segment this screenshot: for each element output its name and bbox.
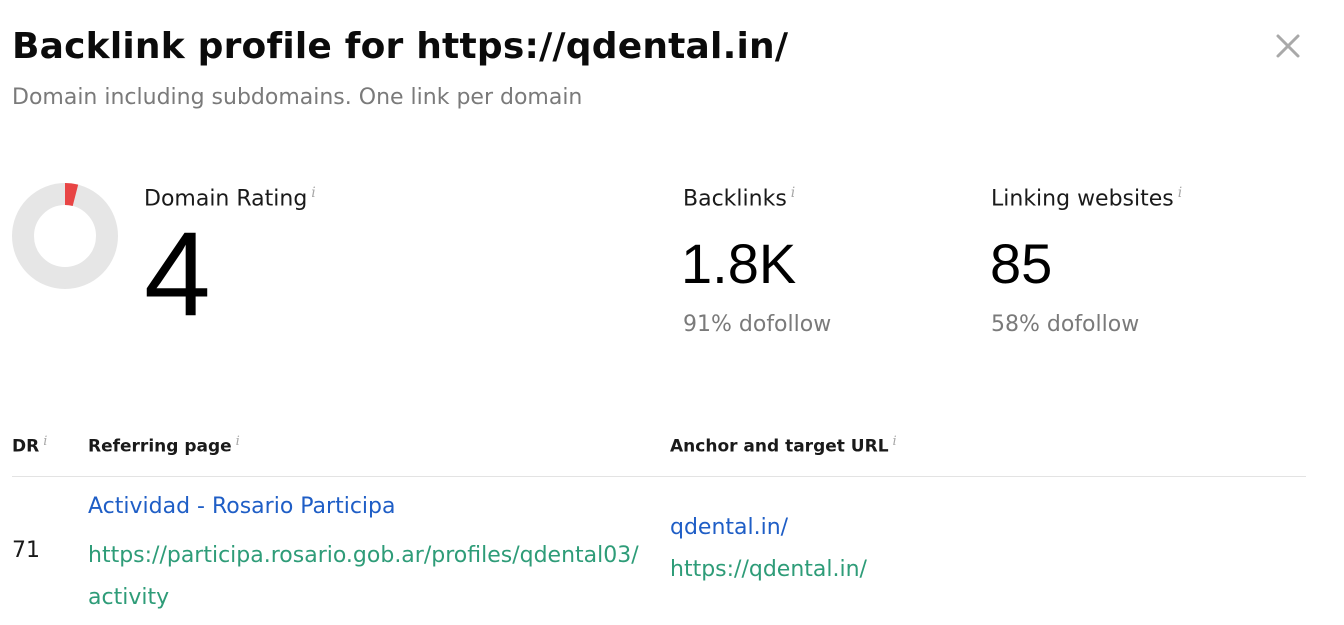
column-header-referring-page[interactable]: Referring page i: [88, 434, 240, 457]
info-icon[interactable]: i: [43, 434, 47, 449]
referring-page-title-link[interactable]: Actividad - Rosario Participa: [88, 494, 395, 519]
column-header-anchor-target-text: Anchor and target URL: [670, 436, 889, 457]
linking-websites-label-text: Linking websites: [991, 186, 1174, 212]
row-dr-value: 71: [12, 538, 40, 563]
donut-track: [12, 183, 118, 289]
linking-websites-dofollow: 58% dofollow: [991, 312, 1140, 337]
backlinks-label-text: Backlinks: [683, 186, 787, 212]
backlinks-label: Backlinks i: [683, 185, 795, 211]
page-title: Backlink profile for https://qdental.in/: [12, 26, 789, 67]
column-header-dr-text: DR: [12, 436, 40, 457]
info-icon[interactable]: i: [893, 434, 897, 449]
backlink-profile-dialog: Backlink profile for https://qdental.in/…: [0, 0, 1344, 625]
target-url-link[interactable]: https://qdental.in/: [670, 557, 867, 582]
info-icon[interactable]: i: [311, 185, 315, 201]
page-subtitle: Domain including subdomains. One link pe…: [12, 85, 583, 110]
donut-fill-arc: [64, 183, 79, 207]
table-header-divider: [12, 476, 1306, 477]
column-header-anchor-target[interactable]: Anchor and target URL i: [670, 434, 897, 457]
linking-websites-value: 85: [990, 232, 1053, 295]
linking-websites-label: Linking websites i: [991, 185, 1182, 211]
anchor-text-link[interactable]: qdental.in/: [670, 515, 788, 540]
column-header-referring-page-text: Referring page: [88, 436, 232, 457]
backlinks-value: 1.8K: [681, 232, 797, 295]
info-icon[interactable]: i: [1178, 185, 1182, 201]
info-icon[interactable]: i: [791, 185, 795, 201]
close-button[interactable]: [1268, 26, 1308, 66]
domain-rating-value: 4: [144, 207, 211, 341]
referring-page-url-link[interactable]: https://participa.rosario.gob.ar/profile…: [88, 535, 648, 619]
backlinks-dofollow: 91% dofollow: [683, 312, 832, 337]
close-icon: [1276, 34, 1300, 58]
info-icon[interactable]: i: [236, 434, 240, 449]
column-header-dr[interactable]: DR i: [12, 434, 47, 457]
domain-rating-donut: [12, 183, 118, 289]
